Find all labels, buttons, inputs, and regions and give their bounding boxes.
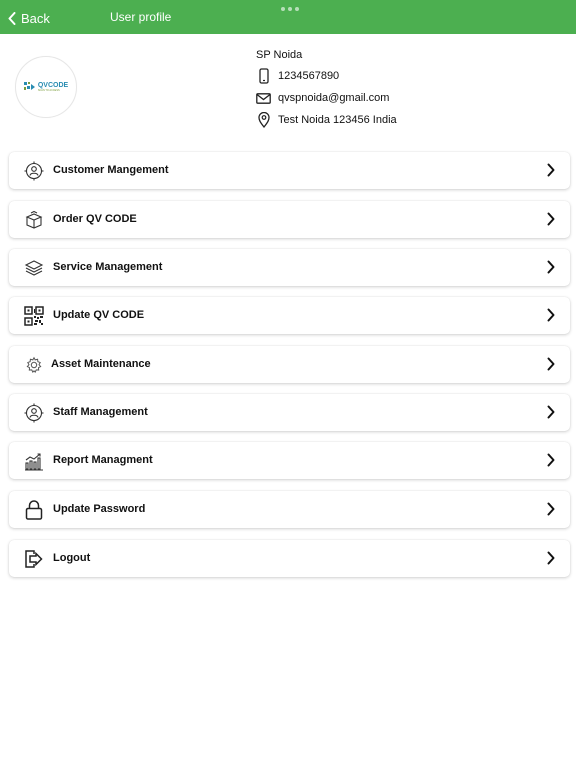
chevron-right-icon [547, 357, 555, 371]
customer-icon [24, 161, 44, 181]
logo-tagline: SCAN TO ACCESS [37, 89, 60, 92]
address: Test Noida 123456 India [278, 114, 397, 126]
phone-row: 1234567890 [256, 68, 339, 84]
logo-text: QVCODE [37, 82, 69, 89]
email-address: qvspnoida@gmail.com [278, 92, 390, 104]
chevron-right-icon [547, 308, 555, 322]
menu-item-logout[interactable]: Logout [9, 540, 570, 577]
menu-item-update-qv-code[interactable]: Update QV CODE [9, 297, 570, 334]
menu-item-label: Report Managment [53, 454, 153, 466]
chevron-right-icon [547, 502, 555, 516]
address-row: Test Noida 123456 India [256, 112, 397, 128]
report-icon [24, 451, 44, 471]
service-icon [24, 258, 44, 278]
phone-number: 1234567890 [278, 70, 340, 82]
email-row: qvspnoida@gmail.com [256, 90, 389, 106]
menu-item-staff-management[interactable]: Staff Management [9, 394, 570, 431]
chevron-right-icon [547, 163, 555, 177]
chevron-right-icon [547, 212, 555, 226]
box-icon [24, 210, 44, 230]
page-title: User profile [110, 10, 172, 24]
chevron-right-icon [547, 260, 555, 274]
phone-icon [256, 68, 271, 84]
qr-code-icon [24, 306, 44, 326]
multitask-grabber[interactable] [281, 7, 299, 11]
profile-name: SP Noida [256, 49, 303, 61]
menu-item-label: Update QV CODE [53, 309, 145, 321]
menu-item-report-management[interactable]: Report Managment [9, 442, 570, 479]
chevron-right-icon [547, 551, 555, 565]
chevron-right-icon [547, 405, 555, 419]
menu-item-label: Order QV CODE [53, 213, 137, 225]
mail-icon [256, 90, 271, 106]
menu-item-asset-maintenance[interactable]: Asset Maintenance [9, 346, 570, 383]
menu-item-label: Logout [53, 552, 91, 564]
chevron-right-icon [547, 453, 555, 467]
qvcode-logo: QVCODE SCAN TO ACCESS [23, 82, 69, 92]
menu-item-update-password[interactable]: Update Password [9, 491, 570, 528]
menu-item-label: Asset Maintenance [51, 358, 151, 370]
avatar: QVCODE SCAN TO ACCESS [15, 56, 77, 118]
menu-item-service-management[interactable]: Service Management [9, 249, 570, 286]
menu-item-label: Customer Mangement [53, 164, 169, 176]
logout-icon [24, 549, 44, 569]
lock-icon [24, 500, 44, 520]
top-navigation-bar: Back User profile [0, 0, 576, 34]
qvcode-logo-mark [23, 82, 35, 90]
staff-icon [24, 403, 44, 423]
location-pin-icon [256, 112, 271, 128]
menu-item-label: Update Password [53, 503, 146, 515]
menu-item-order-qv-code[interactable]: Order QV CODE [9, 201, 570, 238]
back-button[interactable]: Back [8, 9, 50, 27]
back-label: Back [21, 10, 50, 26]
menu-item-label: Service Management [53, 261, 163, 273]
gear-icon [24, 355, 44, 375]
menu-item-customer-management[interactable]: Customer Mangement [9, 152, 570, 189]
menu-item-label: Staff Management [53, 406, 148, 418]
chevron-left-icon [8, 11, 16, 25]
